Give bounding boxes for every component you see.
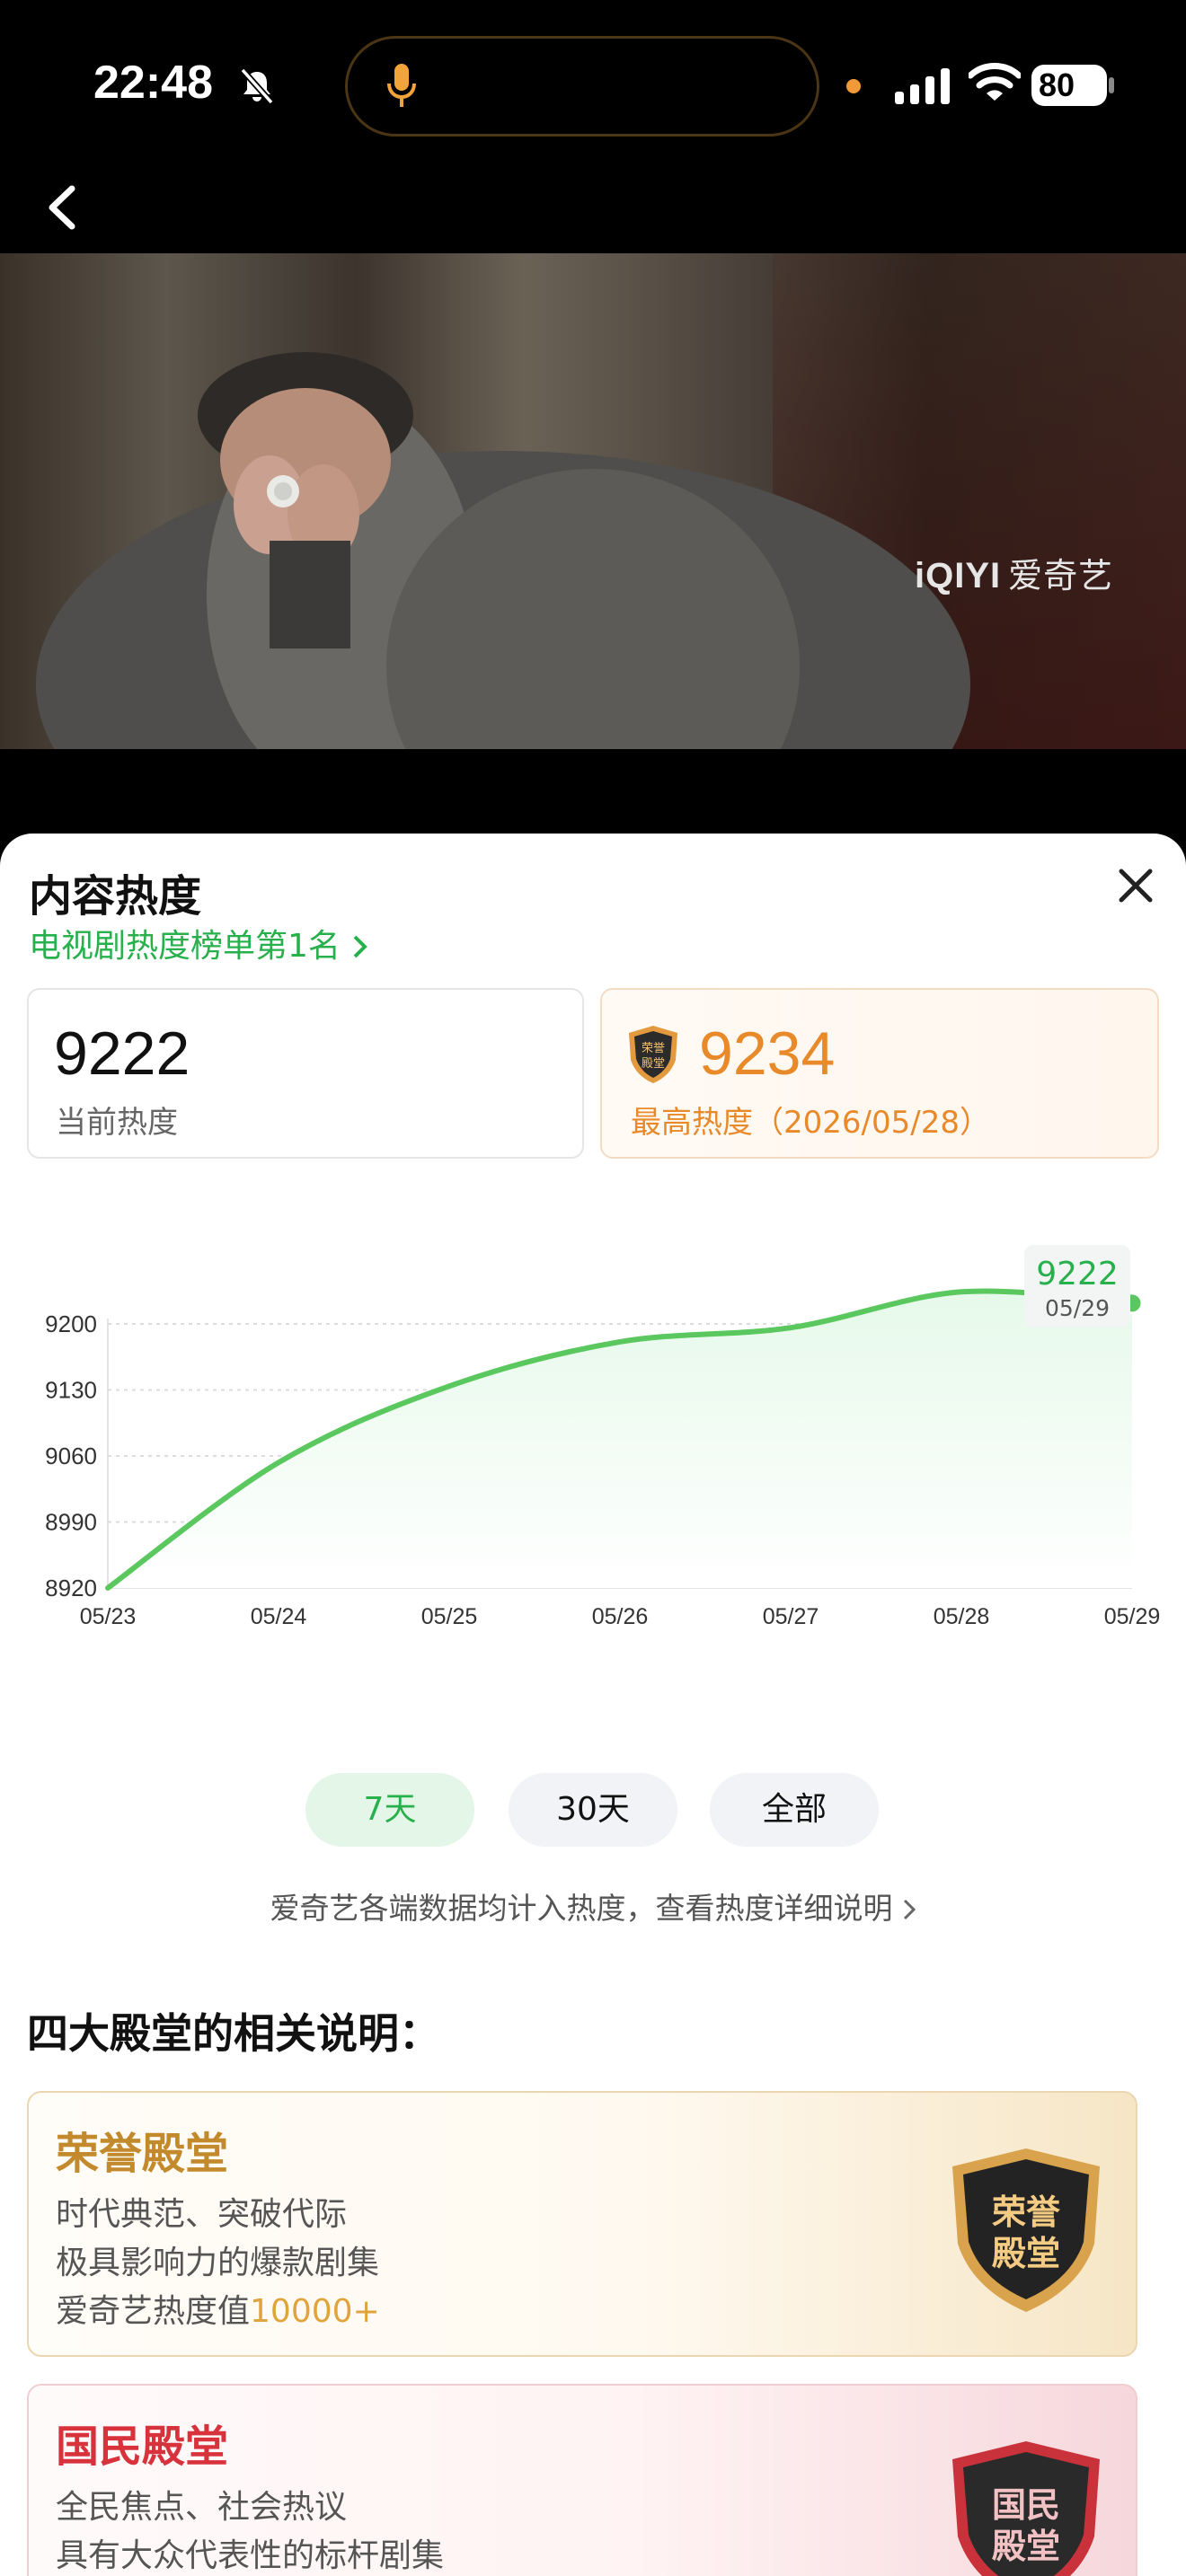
x-tick-label: 05/27: [763, 1604, 819, 1629]
x-tick-label: 05/28: [934, 1604, 990, 1629]
shield-text-bottom: 殿堂: [992, 2527, 1060, 2566]
chevron-right-icon: [903, 1899, 916, 1920]
rank-link[interactable]: 电视剧热度榜单第1名: [29, 920, 369, 966]
y-tick-label: 8990: [45, 1509, 97, 1536]
chart-tooltip: 9222 05/29: [1024, 1245, 1130, 1328]
x-tick-label: 05/29: [1104, 1604, 1161, 1629]
iqiyi-watermark: iQIYI 爱奇艺: [915, 548, 1113, 597]
y-tick-label: 9200: [45, 1310, 97, 1337]
national-hall-card: 国民殿堂 全民焦点、社会热议 具有大众代表性的标杆剧集 国民 殿堂: [27, 2384, 1137, 2576]
series-area: [108, 1291, 1132, 1588]
video-player[interactable]: iQIYI 爱奇艺: [0, 253, 1186, 749]
honor-hall-shield-icon: 荣誉 殿堂: [952, 2148, 1100, 2312]
peak-heat-value: 9234: [699, 1019, 836, 1088]
tooltip-value: 9222: [1036, 1256, 1119, 1292]
heat-explanation-text: 爱奇艺各端数据均计入热度，查看热度详细说明: [270, 1891, 893, 1926]
y-tick-label: 9130: [45, 1377, 97, 1404]
watermark-cn: 爱奇艺: [1008, 558, 1114, 595]
back-button[interactable]: [36, 176, 90, 239]
y-tick-label: 9060: [45, 1442, 97, 1469]
video-still-figure: [36, 352, 970, 749]
shield-text-top: 国民: [992, 2485, 1060, 2525]
range-30-days-button[interactable]: 30天: [509, 1773, 677, 1847]
tooltip-date: 05/29: [1044, 1295, 1111, 1321]
battery-indicator: 80: [1031, 65, 1107, 106]
dynamic-island: [345, 36, 819, 137]
range-all-button[interactable]: 全部: [710, 1773, 879, 1847]
badge-text-top: 荣誉: [642, 1042, 665, 1055]
heat-explanation-link[interactable]: 爱奇艺各端数据均计入热度，查看热度详细说明: [0, 1884, 1186, 1928]
privacy-indicator: [846, 79, 861, 93]
range-7-days-button[interactable]: 7天: [305, 1773, 474, 1847]
current-heat-value: 9222: [54, 1019, 190, 1088]
peak-heat-card: 荣誉 殿堂 9234 最高热度（2026/05/28）: [600, 988, 1159, 1159]
battery-tip: [1109, 77, 1114, 93]
hall-name: 荣誉殿堂: [56, 2129, 229, 2179]
hall-desc-line: 时代典范、突破代际: [56, 2196, 348, 2233]
bell-muted-icon: [240, 67, 274, 105]
hall-name: 国民殿堂: [56, 2422, 229, 2472]
y-tick-label: 8920: [45, 1575, 97, 1601]
hall-threshold: 爱奇艺热度值10000+: [56, 2285, 380, 2332]
peak-heat-label: 最高热度（2026/05/28）: [631, 1105, 990, 1141]
cellular-signal-icon: [895, 68, 950, 104]
current-heat-card: 9222 当前热度: [27, 988, 584, 1159]
halls-section-title: 四大殿堂的相关说明：: [27, 2009, 440, 2058]
current-heat-label: 当前热度: [56, 1105, 178, 1141]
rank-link-label: 电视剧热度榜单第1名: [29, 928, 341, 965]
microphone-icon: [387, 64, 416, 107]
x-tick-label: 05/26: [592, 1604, 649, 1629]
chevron-right-icon: [353, 935, 367, 958]
hall-desc-line: 具有大众代表性的标杆剧集: [56, 2537, 445, 2574]
honor-hall-badge-icon: 荣誉 殿堂: [629, 1026, 677, 1083]
shield-text-top: 荣誉: [992, 2192, 1061, 2232]
watermark-latin: iQIYI: [915, 556, 1002, 595]
x-tick-label: 05/25: [421, 1604, 478, 1629]
status-bar: 22:48 80: [0, 0, 1186, 230]
clock: 22:48: [93, 57, 213, 109]
hall-threshold-label: 爱奇艺热度值: [56, 2293, 251, 2330]
hall-desc-line: 全民焦点、社会热议: [56, 2489, 348, 2526]
x-tick-label: 05/24: [251, 1604, 307, 1629]
hall-desc-line: 极具影响力的爆款剧集: [56, 2245, 380, 2281]
heat-sheet: 内容热度 电视剧热度榜单第1名 9222 当前热度 荣誉 殿堂 9234 最高热…: [0, 834, 1186, 2576]
badge-text-bottom: 殿堂: [642, 1057, 665, 1071]
x-tick-label: 05/23: [80, 1604, 137, 1629]
hall-threshold-value: 10000+: [250, 2293, 380, 2330]
sheet-title: 内容热度: [29, 871, 202, 922]
wifi-icon: [969, 63, 1021, 101]
national-hall-shield-icon: 国民 殿堂: [952, 2441, 1100, 2576]
honor-hall-card: 荣誉殿堂 时代典范、突破代际 极具影响力的爆款剧集 爱奇艺热度值10000+ 荣…: [27, 2091, 1137, 2357]
heat-trend-chart[interactable]: 8920 8990 9060 9130 9200 05/23 05/24 05/25 05/26…: [0, 1229, 1186, 1678]
close-button[interactable]: [1111, 860, 1161, 911]
shield-text-bottom: 殿堂: [992, 2234, 1060, 2273]
